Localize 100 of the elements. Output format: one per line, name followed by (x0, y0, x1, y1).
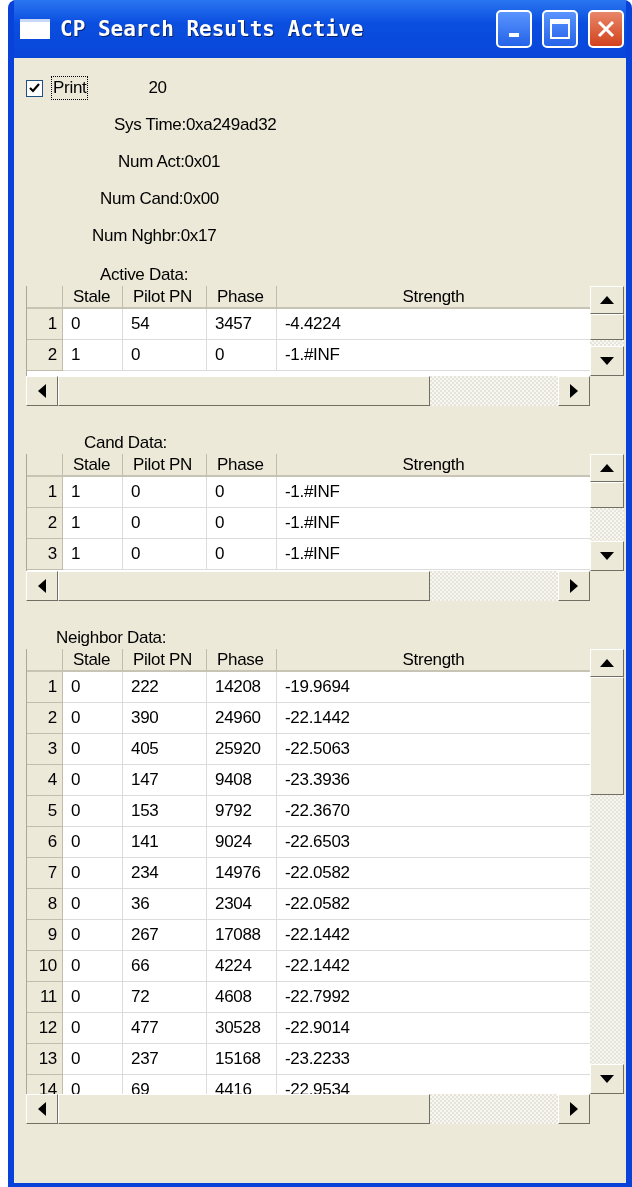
up-arrow-icon (600, 464, 614, 472)
print-checkbox[interactable] (26, 79, 43, 97)
table-cell: 0 (63, 982, 123, 1013)
scroll-up-button[interactable] (590, 454, 624, 482)
table-cell: 17088 (207, 920, 277, 951)
vertical-scrollbar[interactable] (590, 286, 624, 376)
print-label[interactable]: Print (51, 76, 89, 100)
table-cell: 25920 (207, 734, 277, 765)
info-text: Num Act:0x01 (117, 151, 221, 172)
vertical-scrollbar[interactable] (590, 649, 624, 1094)
table-cell: 4608 (207, 982, 277, 1013)
table-cell: 0 (63, 1013, 123, 1044)
column-header[interactable]: Stale (63, 286, 123, 309)
scroll-down-button[interactable] (590, 346, 624, 376)
scroll-right-button[interactable] (558, 376, 590, 406)
table-cell: 72 (123, 982, 207, 1013)
scroll-thumb[interactable] (590, 482, 624, 508)
right-arrow-icon (570, 579, 578, 593)
table-cell: 234 (123, 858, 207, 889)
check-icon (29, 83, 40, 93)
scroll-up-button[interactable] (590, 286, 624, 314)
up-arrow-icon (600, 296, 614, 304)
row-header[interactable]: 10 (27, 951, 63, 982)
column-header[interactable]: Strength (277, 286, 590, 309)
table-cell: 237 (123, 1044, 207, 1075)
table-cell: 0 (123, 539, 207, 570)
column-header[interactable]: Pilot PN (123, 454, 207, 477)
row-header[interactable]: 13 (27, 1044, 63, 1075)
down-arrow-icon (600, 1075, 614, 1083)
table-cell: 0 (63, 951, 123, 982)
column-header[interactable]: Stale (63, 649, 123, 672)
row-header[interactable]: 11 (27, 982, 63, 1013)
row-header[interactable]: 7 (27, 858, 63, 889)
row-header[interactable]: 2 (27, 703, 63, 734)
table-cell: 147 (123, 765, 207, 796)
row-header[interactable]: 1 (27, 672, 63, 703)
scroll-left-button[interactable] (26, 1094, 58, 1124)
table-cell: 66 (123, 951, 207, 982)
horizontal-scrollbar[interactable] (26, 376, 590, 406)
scroll-right-button[interactable] (558, 1094, 590, 1124)
scroll-thumb[interactable] (58, 1094, 430, 1124)
row-header[interactable]: 1 (27, 309, 63, 340)
column-header[interactable]: Phase (207, 454, 277, 477)
table-cell: 0 (63, 858, 123, 889)
row-header[interactable]: 3 (27, 734, 63, 765)
scroll-thumb[interactable] (58, 571, 430, 601)
minimize-icon (509, 33, 519, 37)
corner-header (27, 649, 63, 672)
column-header[interactable]: Stale (63, 454, 123, 477)
column-header[interactable]: Strength (277, 649, 590, 672)
column-header[interactable]: Pilot PN (123, 649, 207, 672)
row-header[interactable]: 8 (27, 889, 63, 920)
column-header[interactable]: Pilot PN (123, 286, 207, 309)
minimize-button[interactable] (496, 10, 532, 48)
vertical-scrollbar[interactable] (590, 454, 624, 571)
column-header[interactable]: Strength (277, 454, 590, 477)
grid-label: Cand Data: (83, 432, 168, 454)
table-cell: 0 (207, 508, 277, 539)
maximize-button[interactable] (542, 10, 578, 48)
info-text: Num Nghbr:0x17 (91, 225, 217, 246)
close-icon (596, 19, 616, 39)
table-cell: 1 (63, 477, 123, 508)
right-arrow-icon (570, 384, 578, 398)
horizontal-scrollbar[interactable] (26, 1094, 590, 1124)
corner-header (27, 454, 63, 477)
column-header[interactable]: Phase (207, 649, 277, 672)
table-cell: 0 (63, 920, 123, 951)
row-header[interactable]: 2 (27, 340, 63, 371)
print-count: 20 (148, 78, 167, 98)
row-header[interactable]: 4 (27, 765, 63, 796)
table-cell: 1 (63, 340, 123, 371)
corner-header (27, 286, 63, 309)
column-header[interactable]: Phase (207, 286, 277, 309)
table-cell: 9792 (207, 796, 277, 827)
table-cell: 14208 (207, 672, 277, 703)
row-header[interactable]: 5 (27, 796, 63, 827)
scroll-thumb[interactable] (58, 376, 430, 406)
table-cell: 405 (123, 734, 207, 765)
table-cell: 0 (63, 734, 123, 765)
horizontal-scrollbar[interactable] (26, 571, 590, 601)
row-header[interactable]: 3 (27, 539, 63, 570)
row-header[interactable]: 9 (27, 920, 63, 951)
row-header[interactable]: 12 (27, 1013, 63, 1044)
row-header[interactable]: 6 (27, 827, 63, 858)
window-title: CP Search Results Active (60, 17, 365, 41)
scroll-left-button[interactable] (26, 571, 58, 601)
row-header[interactable]: 2 (27, 508, 63, 539)
scroll-down-button[interactable] (590, 541, 624, 571)
close-button[interactable] (588, 10, 624, 48)
row-header[interactable]: 1 (27, 477, 63, 508)
scroll-right-button[interactable] (558, 571, 590, 601)
down-arrow-icon (600, 357, 614, 365)
scroll-thumb[interactable] (590, 677, 624, 795)
grid-label: Active Data: (99, 264, 190, 286)
table-cell: 0 (207, 340, 277, 371)
scroll-down-button[interactable] (590, 1064, 624, 1094)
scroll-left-button[interactable] (26, 376, 58, 406)
scroll-up-button[interactable] (590, 649, 624, 677)
scroll-thumb[interactable] (590, 314, 624, 340)
table-cell: 30528 (207, 1013, 277, 1044)
